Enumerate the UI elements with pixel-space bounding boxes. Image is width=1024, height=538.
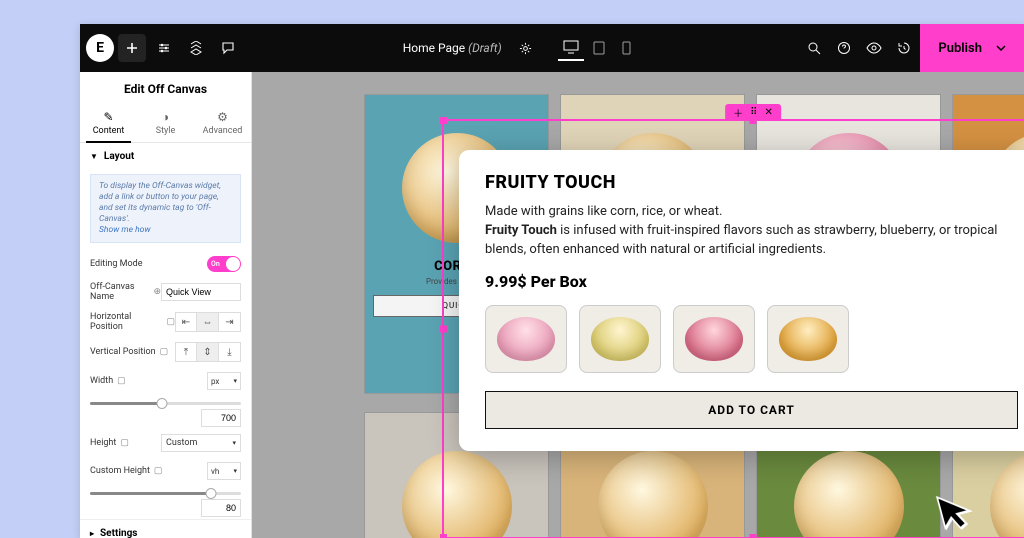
page-title: Home Page (Draft) bbox=[403, 41, 502, 55]
topbar: E Home Page (Draft) bbox=[80, 24, 1024, 72]
custom-height-label: Custom Height bbox=[90, 466, 150, 476]
variant-thumbnail[interactable] bbox=[579, 305, 661, 373]
align-middle-icon[interactable]: ⇕ bbox=[197, 342, 219, 362]
height-label: Height bbox=[90, 438, 116, 448]
height-select[interactable]: Custom▾ bbox=[161, 434, 241, 452]
align-left-icon[interactable]: ⇤ bbox=[175, 312, 197, 332]
layout-notice: To display the Off-Canvas widget, add a … bbox=[90, 174, 241, 243]
align-bottom-icon[interactable]: ⤓ bbox=[219, 342, 241, 362]
publish-button[interactable]: Publish bbox=[920, 24, 1024, 72]
style-icon: ◑ bbox=[137, 110, 194, 124]
editor-canvas[interactable]: CORNF Provides a subtle QUICK TOUCH to g… bbox=[252, 72, 1024, 538]
responsive-icon[interactable]: ▢ bbox=[160, 347, 169, 357]
notes-icon[interactable] bbox=[214, 34, 242, 62]
preview-icon[interactable] bbox=[860, 34, 888, 62]
panel-title: Edit Off Canvas bbox=[80, 72, 251, 104]
device-tablet-icon[interactable] bbox=[586, 35, 612, 61]
tab-content[interactable]: ✎ Content bbox=[80, 104, 137, 142]
dynamic-icon[interactable]: ⊕ bbox=[153, 287, 161, 297]
width-label: Width bbox=[90, 376, 113, 386]
product-image bbox=[990, 451, 1024, 538]
offcanvas-name-input[interactable] bbox=[161, 283, 241, 301]
vpos-label: Vertical Position bbox=[90, 347, 156, 357]
add-to-cart-button[interactable]: ADD TO CART bbox=[485, 391, 1018, 429]
page-settings-icon[interactable] bbox=[512, 34, 540, 62]
variant-thumbnail[interactable] bbox=[673, 305, 755, 373]
add-element-button[interactable] bbox=[118, 34, 146, 62]
width-value-input[interactable] bbox=[201, 409, 241, 427]
finder-icon[interactable] bbox=[800, 34, 828, 62]
chevron-down-icon bbox=[996, 45, 1006, 51]
offcanvas-name-label: Off-Canvas Name bbox=[90, 282, 149, 302]
align-center-icon[interactable]: ⇔ bbox=[197, 312, 219, 332]
notice-link[interactable]: Show me how bbox=[99, 225, 151, 235]
custom-height-slider[interactable] bbox=[90, 492, 241, 495]
product-image bbox=[402, 451, 512, 538]
help-icon[interactable] bbox=[830, 34, 858, 62]
tab-style[interactable]: ◑ Style bbox=[137, 104, 194, 142]
custom-height-unit-select[interactable]: vh▾ bbox=[207, 462, 241, 480]
pencil-icon: ✎ bbox=[80, 110, 137, 124]
product-image bbox=[794, 451, 904, 538]
variant-thumbnail[interactable] bbox=[485, 305, 567, 373]
responsive-icon[interactable]: ▢ bbox=[154, 466, 163, 476]
variant-thumbnail[interactable] bbox=[767, 305, 849, 373]
width-slider[interactable] bbox=[90, 402, 241, 405]
hpos-label: Horizontal Position bbox=[90, 312, 162, 332]
hpos-buttons[interactable]: ⇤ ⇔ ⇥ bbox=[175, 312, 241, 332]
editing-mode-toggle[interactable]: On bbox=[207, 256, 241, 272]
responsive-icon[interactable]: ▢ bbox=[166, 317, 175, 327]
responsive-icon[interactable]: ▢ bbox=[117, 376, 126, 386]
elementor-logo-icon[interactable]: E bbox=[86, 34, 114, 62]
history-icon[interactable] bbox=[890, 34, 918, 62]
align-top-icon[interactable]: ⤒ bbox=[175, 342, 197, 362]
section-layout-header[interactable]: ▼ Layout bbox=[80, 143, 251, 170]
modal-title: FRUITY TOUCH bbox=[485, 172, 1018, 193]
caret-right-icon: ▸ bbox=[90, 529, 94, 538]
gear-icon: ⚙ bbox=[194, 110, 251, 124]
editing-mode-label: Editing Mode bbox=[90, 259, 143, 269]
caret-down-icon: ▼ bbox=[90, 152, 98, 161]
modal-description: Made with grains like corn, rice, or whe… bbox=[485, 203, 1018, 260]
modal-price: 9.99$ Per Box bbox=[485, 272, 1018, 291]
offcanvas-modal: FRUITY TOUCH Made with grains like corn,… bbox=[459, 150, 1024, 451]
width-unit-select[interactable]: px▾ bbox=[207, 372, 241, 390]
settings-icon[interactable] bbox=[150, 34, 178, 62]
vpos-buttons[interactable]: ⤒ ⇕ ⤓ bbox=[175, 342, 241, 362]
responsive-icon[interactable]: ▢ bbox=[120, 438, 129, 448]
tab-advanced[interactable]: ⚙ Advanced bbox=[194, 104, 251, 142]
section-settings-header[interactable]: ▸ Settings bbox=[80, 519, 251, 538]
device-desktop-icon[interactable] bbox=[558, 35, 584, 61]
edit-panel: Edit Off Canvas ✎ Content ◑ Style ⚙ Adva… bbox=[80, 72, 252, 538]
align-right-icon[interactable]: ⇥ bbox=[219, 312, 241, 332]
custom-height-value-input[interactable] bbox=[201, 499, 241, 517]
device-mobile-icon[interactable] bbox=[614, 35, 640, 61]
structure-icon[interactable] bbox=[182, 34, 210, 62]
product-image bbox=[598, 451, 708, 538]
